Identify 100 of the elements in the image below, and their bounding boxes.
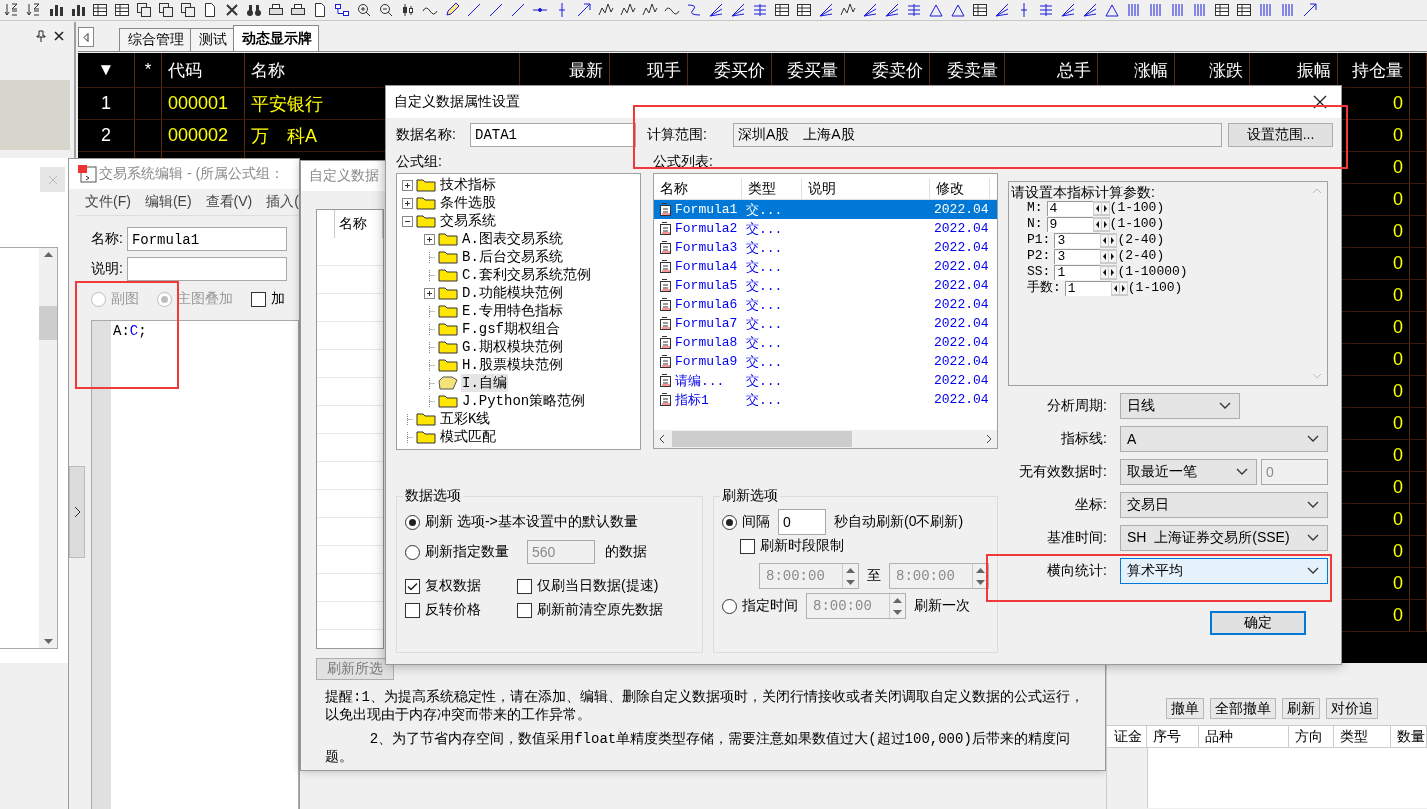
scrollbar[interactable] (39, 248, 57, 648)
formula-row[interactable]: Formula2 交... 2022.04 (654, 219, 997, 238)
data-name-field[interactable]: DATA1 (470, 123, 636, 147)
up-arrow-icon[interactable] (846, 567, 855, 573)
copy-icon[interactable] (178, 1, 197, 19)
scrollbar-thumb[interactable] (672, 431, 852, 447)
radio-button[interactable]: 刷新指定数量 (405, 543, 509, 561)
formula-row[interactable]: Formula1 交... 2022.04 (654, 200, 997, 219)
tree-item[interactable]: G.期权模块范例 (402, 338, 640, 356)
parameter-field[interactable]: 1 (1064, 280, 1111, 296)
up-arrow-icon[interactable] (976, 567, 985, 573)
column-header[interactable]: 类型 (742, 178, 802, 199)
column-header[interactable]: ▼ (78, 53, 135, 87)
dropdown[interactable]: 算术平均 (1120, 558, 1328, 584)
description-field[interactable] (126, 257, 287, 281)
tab[interactable]: 综合管理 (119, 28, 191, 51)
checkbox[interactable]: 加 (251, 290, 285, 308)
checkbox[interactable]: 刷新前清空原先数据 (517, 601, 694, 619)
formula-row[interactable]: Formula7 交... 2022.04 (654, 314, 997, 333)
formula-row[interactable]: Formula8 交... 2022.04 (654, 333, 997, 352)
order-button[interactable]: 全部撤单 (1210, 698, 1276, 719)
order-button[interactable]: 对价追 (1326, 698, 1378, 719)
formula-row[interactable]: Formula3 交... 2022.04 (654, 238, 997, 257)
column-header[interactable]: 名称 (335, 210, 383, 238)
parameter-field[interactable]: 9 (1046, 216, 1093, 232)
ok-button[interactable]: 确定 (1210, 611, 1306, 635)
dropdown[interactable]: 取最近一笔 (1120, 459, 1257, 485)
grid-icon[interactable] (794, 1, 813, 19)
copy-icon[interactable] (156, 1, 175, 19)
column-header[interactable]: * (135, 53, 162, 87)
set-range-button[interactable]: 设置范围... (1228, 123, 1333, 147)
interval-field[interactable]: 0 (778, 509, 826, 535)
dropdown[interactable]: 日线 (1120, 393, 1240, 419)
formula-row[interactable]: Formula5 交... 2022.04 (654, 276, 997, 295)
formula-row[interactable]: Formula9 交... 2022.04 (654, 352, 997, 371)
radio-button[interactable]: 间隔 (722, 513, 770, 531)
tab[interactable]: 动态显示牌 (233, 25, 319, 51)
tree-item[interactable]: C.套利交易系统范例 (402, 266, 640, 284)
order-button[interactable]: 撤单 (1166, 698, 1204, 719)
dropdown[interactable]: A (1120, 426, 1328, 452)
checkbox[interactable]: 仅刷当日数据(提速) (517, 577, 694, 595)
down-arrow-icon[interactable] (846, 579, 855, 585)
grid-icon[interactable] (970, 1, 989, 19)
tree-item[interactable]: J.Python策略范例 (402, 392, 640, 410)
refresh-button[interactable]: 刷新所选 (316, 658, 394, 680)
spin-buttons[interactable] (1100, 232, 1118, 248)
grid-icon[interactable] (90, 1, 109, 19)
down-arrow-icon[interactable] (976, 579, 985, 585)
dropdown[interactable]: 交易日 (1120, 492, 1328, 518)
parameter-field[interactable]: 3 (1054, 248, 1101, 264)
column-header[interactable]: 名称 (654, 178, 742, 199)
code-editor[interactable]: A:C; (91, 320, 299, 809)
scrollbar[interactable] (654, 430, 997, 448)
menu-item[interactable]: 文件(F) (85, 193, 131, 211)
down-arrow-icon[interactable] (43, 639, 53, 644)
expand-icon[interactable] (424, 287, 435, 299)
data-list[interactable]: 名称 (316, 209, 384, 649)
tree-item[interactable]: 模式匹配 (402, 428, 640, 446)
close-icon[interactable] (1313, 95, 1327, 109)
tree-item[interactable]: E.专用特色指标 (402, 302, 640, 320)
tree-item[interactable]: 交易系统 (402, 212, 640, 230)
tab[interactable]: 测试 (190, 28, 234, 51)
column-header[interactable]: 代码 (162, 53, 245, 87)
formula-row[interactable]: 请编... 交... 2022.04 (654, 371, 997, 390)
parameter-field[interactable]: 3 (1054, 232, 1101, 248)
tree-item[interactable]: I.自编 (402, 374, 640, 392)
expand-icon[interactable] (402, 179, 413, 191)
grid-icon[interactable] (112, 1, 131, 19)
collapse-icon[interactable] (402, 215, 413, 227)
up-arrow-icon[interactable] (43, 252, 53, 257)
tree-item[interactable]: 条件选股 (402, 194, 640, 212)
parameter-field[interactable]: 4 (1046, 200, 1093, 216)
dropdown[interactable]: SH 上海证券交易所(SSE) (1120, 525, 1328, 551)
expand-icon[interactable] (424, 233, 435, 245)
tree-item[interactable]: D.功能模块范例 (402, 284, 640, 302)
formula-row[interactable]: Formula4 交... 2022.04 (654, 257, 997, 276)
chevron-right-icon[interactable] (985, 434, 993, 444)
parameter-field[interactable]: 1 (1054, 264, 1101, 280)
menu-item[interactable]: 编辑(E) (144, 193, 192, 211)
collapse-handle[interactable] (69, 466, 85, 558)
up-arrow-icon[interactable] (893, 597, 902, 603)
tree-item[interactable]: H.股票模块范例 (402, 356, 640, 374)
column-header[interactable]: 说明 (802, 178, 930, 199)
tree-item[interactable]: 技术指标 (402, 176, 640, 194)
down-arrow-icon[interactable] (893, 609, 902, 615)
order-button[interactable]: 刷新 (1282, 698, 1320, 719)
tree-item[interactable]: A.图表交易系统 (402, 230, 640, 248)
scroll-left-button[interactable] (78, 27, 94, 47)
spin-buttons[interactable] (1100, 264, 1118, 280)
menu-item[interactable]: 插入( (266, 193, 299, 211)
grid-icon[interactable] (1212, 1, 1231, 19)
checkbox[interactable]: 反转价格 (405, 601, 517, 619)
tree-item[interactable]: B.后台交易系统 (402, 248, 640, 266)
copy-icon[interactable] (134, 1, 153, 19)
checkbox[interactable]: 刷新时段限制 (740, 537, 844, 555)
tree-item[interactable]: 五彩K线 (402, 410, 640, 428)
expand-icon[interactable] (402, 197, 413, 209)
close-icon[interactable] (54, 31, 64, 41)
pin-icon[interactable] (36, 30, 46, 42)
tree-item[interactable]: F.gsf期权组合 (402, 320, 640, 338)
